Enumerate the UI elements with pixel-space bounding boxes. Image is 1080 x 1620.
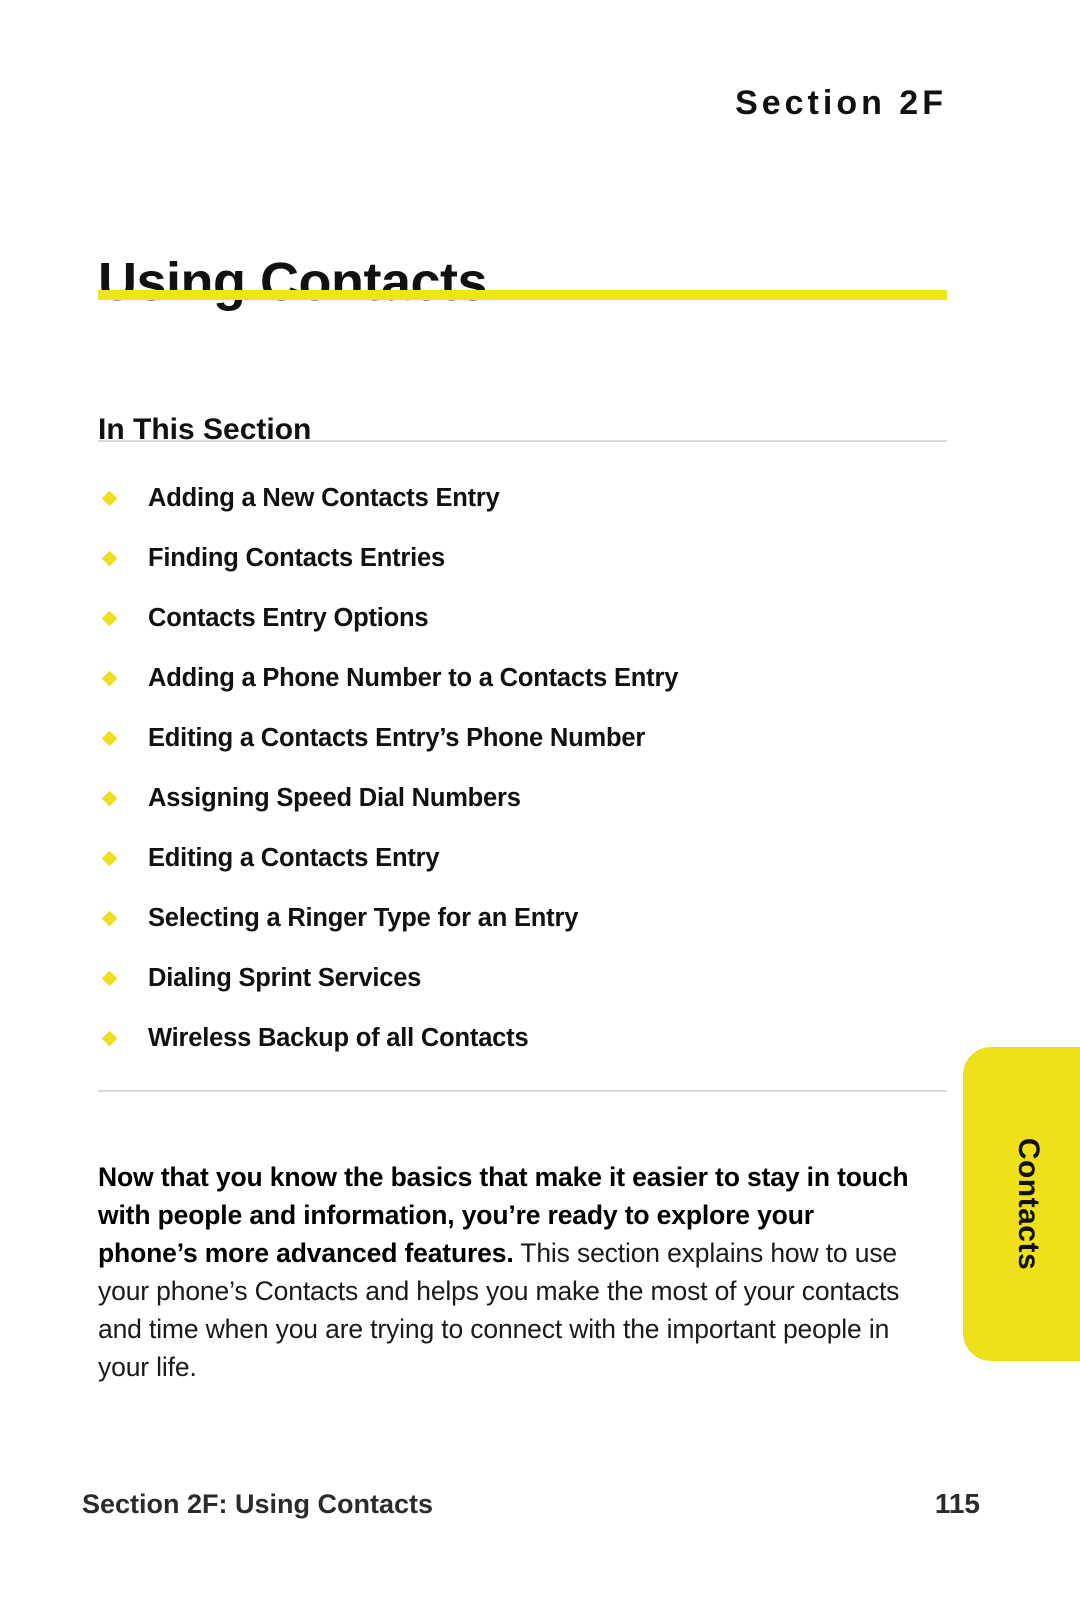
list-item[interactable]: Contacts Entry Options [98,588,947,648]
side-tab-label: Contacts [1012,1137,1045,1271]
diamond-bullet-icon [101,610,118,627]
list-item-label: Adding a Phone Number to a Contacts Entr… [148,663,679,692]
list-item-label: Adding a New Contacts Entry [148,483,500,512]
section-tag: Section 2F [735,84,947,122]
diamond-bullet-icon [101,1030,118,1047]
list-item[interactable]: Editing a Contacts Entry’s Phone Number [98,708,947,768]
list-item[interactable]: Adding a Phone Number to a Contacts Entr… [98,648,947,708]
title-underline-rule [98,290,947,300]
diamond-bullet-icon [101,850,118,867]
list-item[interactable]: Finding Contacts Entries [98,528,947,588]
list-item-label: Selecting a Ringer Type for an Entry [148,903,579,932]
list-item-label: Finding Contacts Entries [148,543,445,572]
footer-section-label: Section 2F: Using Contacts [82,1489,434,1519]
list-item[interactable]: Editing a Contacts Entry [98,828,947,888]
footer-page-number: 115 [934,1488,980,1519]
diamond-bullet-icon [101,490,118,507]
diamond-bullet-icon [101,790,118,807]
in-this-section-divider [98,440,947,442]
side-tab-contacts[interactable]: Contacts [963,1047,1080,1361]
diamond-bullet-icon [101,670,118,687]
diamond-bullet-icon [101,970,118,987]
list-item-label: Contacts Entry Options [148,603,429,632]
in-this-section-list: Adding a New Contacts Entry Finding Conta… [98,468,947,1068]
list-item[interactable]: Wireless Backup of all Contacts [98,1008,947,1068]
list-item[interactable]: Adding a New Contacts Entry [98,468,947,528]
page-title: Using Contacts [98,252,488,313]
intro-divider [98,1090,947,1092]
side-tab-surface: Contacts [963,1047,1080,1361]
list-item-label: Editing a Contacts Entry’s Phone Number [148,723,646,752]
list-item-label: Assigning Speed Dial Numbers [148,783,521,812]
diamond-bullet-icon [101,730,118,747]
list-item[interactable]: Assigning Speed Dial Numbers [98,768,947,828]
manual-page: Section 2F Using Contacts In This Sectio… [0,0,1080,1620]
list-item[interactable]: Dialing Sprint Services [98,948,947,1008]
diamond-bullet-icon [101,910,118,927]
list-item-label: Wireless Backup of all Contacts [148,1023,529,1052]
list-item-label: Editing a Contacts Entry [148,843,440,872]
list-item-label: Dialing Sprint Services [148,963,422,992]
diamond-bullet-icon [101,550,118,567]
list-item[interactable]: Selecting a Ringer Type for an Entry [98,888,947,948]
intro-paragraph: Now that you know the basics that make i… [98,1158,916,1386]
